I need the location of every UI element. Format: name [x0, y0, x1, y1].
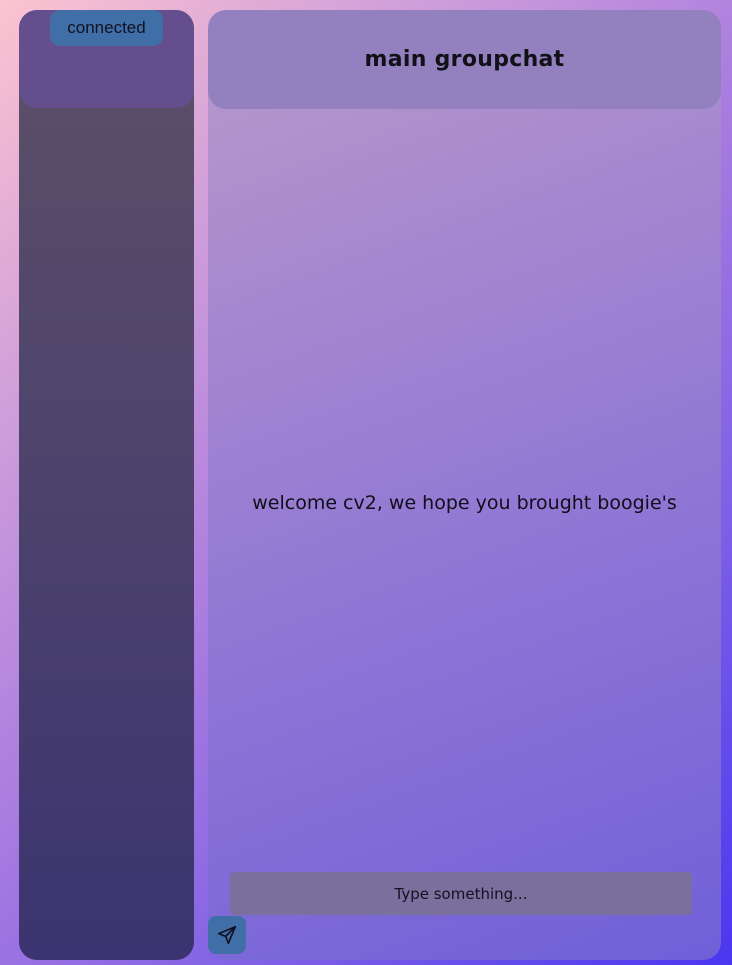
- welcome-message: welcome cv2, we hope you brought boogie'…: [252, 492, 677, 514]
- message-input[interactable]: [230, 872, 692, 915]
- sidebar: connected: [19, 10, 194, 960]
- chat-header: main groupchat: [208, 10, 721, 109]
- sidebar-header: connected: [19, 10, 194, 108]
- chat-panel: main groupchat welcome cv2, we hope you …: [208, 10, 721, 960]
- send-paper-plane-icon: [216, 924, 238, 946]
- chat-title: main groupchat: [364, 47, 565, 72]
- send-button[interactable]: [208, 916, 246, 954]
- connection-status-badge: connected: [50, 10, 163, 46]
